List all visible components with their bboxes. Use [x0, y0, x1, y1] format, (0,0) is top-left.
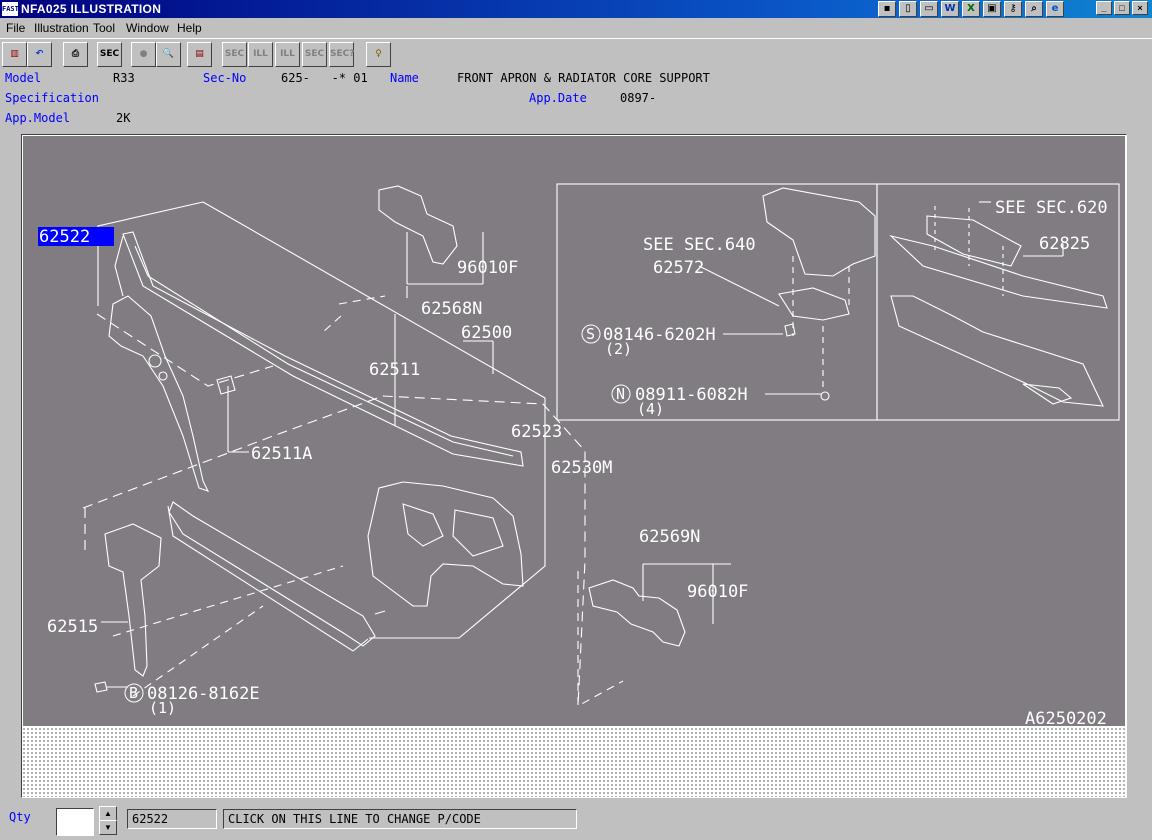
- note-icon[interactable]: ▪: [878, 1, 896, 17]
- part-62511a-shape: [216, 375, 236, 395]
- change-pcode-line[interactable]: CLICK ON THIS LINE TO CHANGE P/CODE: [223, 809, 577, 829]
- illustration-frame: 62522 96010F 62568N 62500 62511 62511A 6…: [21, 134, 1127, 798]
- part-label-62568N[interactable]: 62568N: [421, 299, 482, 319]
- part-label-62569N[interactable]: 62569N: [639, 527, 700, 547]
- ill-next-button[interactable]: ILL: [275, 42, 300, 67]
- fastener-n-symbol: N: [616, 385, 625, 403]
- illustration-canvas[interactable]: 62522 96010F 62568N 62500 62511 62511A 6…: [23, 136, 1125, 729]
- detail-box-right: [876, 183, 1120, 421]
- part-label-62511[interactable]: 62511: [369, 360, 420, 380]
- fastener-s-symbol: S: [586, 325, 595, 343]
- part-62825-shape: [926, 215, 1022, 267]
- part-label-62530M[interactable]: 62530M: [551, 458, 612, 478]
- appmodel-value: 2K: [116, 111, 131, 125]
- part-96010f-top-shape: [378, 185, 458, 265]
- part-62572-shape: [778, 287, 850, 321]
- ill-prev-button[interactable]: ILL: [248, 42, 273, 67]
- model-label: Model: [5, 71, 42, 85]
- window-controls: _ □ ×: [1096, 1, 1148, 15]
- part-label-62572[interactable]: 62572: [653, 258, 704, 278]
- part-label-96010F-top[interactable]: 96010F: [457, 258, 518, 278]
- magnifier-icon[interactable]: ⌕: [1025, 1, 1043, 17]
- appdate-label: App.Date: [529, 91, 587, 105]
- menu-window[interactable]: Window: [126, 21, 169, 35]
- part-label-96010F-bottom[interactable]: 96010F: [687, 582, 748, 602]
- catalog-button[interactable]: ▤: [187, 42, 212, 67]
- monitor-icon[interactable]: ▣: [983, 1, 1001, 17]
- appdate-value: 0897-: [620, 91, 657, 105]
- folder-icon[interactable]: ▭: [920, 1, 938, 17]
- part-label-62825[interactable]: 62825: [1039, 234, 1090, 254]
- ref-sec-640[interactable]: SEE SEC.640: [643, 235, 756, 255]
- menu-tool[interactable]: Tool: [93, 21, 115, 35]
- secno-label: Sec-No: [203, 71, 247, 85]
- drawing-code: A6250202: [1025, 709, 1107, 726]
- part-label-62500[interactable]: 62500: [461, 323, 512, 343]
- spec-label: Specification: [5, 91, 99, 105]
- detail-left-part: [762, 187, 876, 277]
- qty-down-button[interactable]: ▼: [99, 820, 117, 835]
- part-code-field[interactable]: 62522: [127, 809, 217, 829]
- part-62515-shape: [104, 523, 162, 677]
- appmodel-label: App.Model: [5, 111, 71, 125]
- name-value: FRONT APRON & RADIATOR CORE SUPPORT: [457, 71, 710, 85]
- zoom-button[interactable]: 🔍: [156, 42, 181, 67]
- menu-help[interactable]: Help: [177, 21, 202, 35]
- part-label-62511A[interactable]: 62511A: [251, 444, 312, 464]
- secno-value: 625- -* 01: [281, 71, 368, 85]
- qty-label: Qty: [9, 810, 31, 824]
- part-label-62523[interactable]: 62523: [511, 422, 562, 442]
- parts-book-button[interactable]: ▥: [2, 42, 27, 67]
- menu-illustration[interactable]: Illustration: [34, 21, 89, 35]
- part-label-62522[interactable]: 62522: [39, 227, 90, 247]
- print-button[interactable]: ⎙: [63, 42, 88, 67]
- part-62522-shape: [108, 295, 210, 492]
- sec-button[interactable]: SEC: [97, 42, 122, 67]
- fastener-n-qty: (4): [637, 400, 664, 418]
- undo-button[interactable]: ↶: [27, 42, 52, 67]
- ref-sec-620[interactable]: SEE SEC.620: [995, 198, 1108, 218]
- part-62523-shape: [367, 481, 524, 607]
- model-value: R33: [113, 71, 135, 85]
- part-96010f-bottom-shape: [588, 579, 686, 647]
- ie-icon[interactable]: e: [1046, 1, 1064, 17]
- qty-up-button[interactable]: ▲: [99, 806, 117, 821]
- status-bar: Qty ▲ ▼ 62522 CLICK ON THIS LINE TO CHAN…: [0, 800, 1152, 840]
- page-icon[interactable]: ▯: [899, 1, 917, 17]
- toolbar: ▥ ↶ ⎙ SEC ● 🔍 ▤ SEC ILL ILL SEC SEC? ♀: [0, 38, 1152, 70]
- fastener-b-qty: (1): [149, 699, 176, 717]
- qty-input[interactable]: [56, 808, 94, 836]
- record-button[interactable]: ●: [131, 42, 156, 67]
- menu-file[interactable]: File: [6, 21, 25, 35]
- fastener-s-qty: (2): [605, 340, 632, 358]
- hint-button[interactable]: ♀: [366, 42, 391, 67]
- name-label: Name: [390, 71, 419, 85]
- menu-bar: File Illustration Tool Window Help: [0, 18, 1152, 38]
- word-icon[interactable]: W: [941, 1, 959, 17]
- sec-next-button[interactable]: SEC: [302, 42, 327, 67]
- fastener-b-symbol: B: [129, 684, 138, 702]
- sec-back-button[interactable]: SEC: [222, 42, 247, 67]
- tray-icons: ▪ ▯ ▭ W X ▣ ⚷ ⌕ e: [878, 0, 1064, 18]
- key-icon[interactable]: ⚷: [1004, 1, 1022, 17]
- part-label-62515[interactable]: 62515: [47, 617, 98, 637]
- minimize-button[interactable]: _: [1096, 1, 1112, 15]
- maximize-button[interactable]: □: [1114, 1, 1130, 15]
- window-title: NFA025 ILLUSTRATION: [21, 2, 162, 16]
- sec-query-button[interactable]: SEC?: [329, 42, 354, 67]
- app-icon: FAST: [2, 2, 19, 16]
- part-62530m-shape: [168, 501, 376, 647]
- title-bar: FAST NFA025 ILLUSTRATION ▪ ▯ ▭ W X ▣ ⚷ ⌕…: [0, 0, 1152, 18]
- detail-right-cover: [890, 295, 1104, 407]
- parts-diagram: 62522 96010F 62568N 62500 62511 62511A 6…: [38, 183, 1120, 729]
- close-button[interactable]: ×: [1132, 1, 1148, 15]
- excel-icon[interactable]: X: [962, 1, 980, 17]
